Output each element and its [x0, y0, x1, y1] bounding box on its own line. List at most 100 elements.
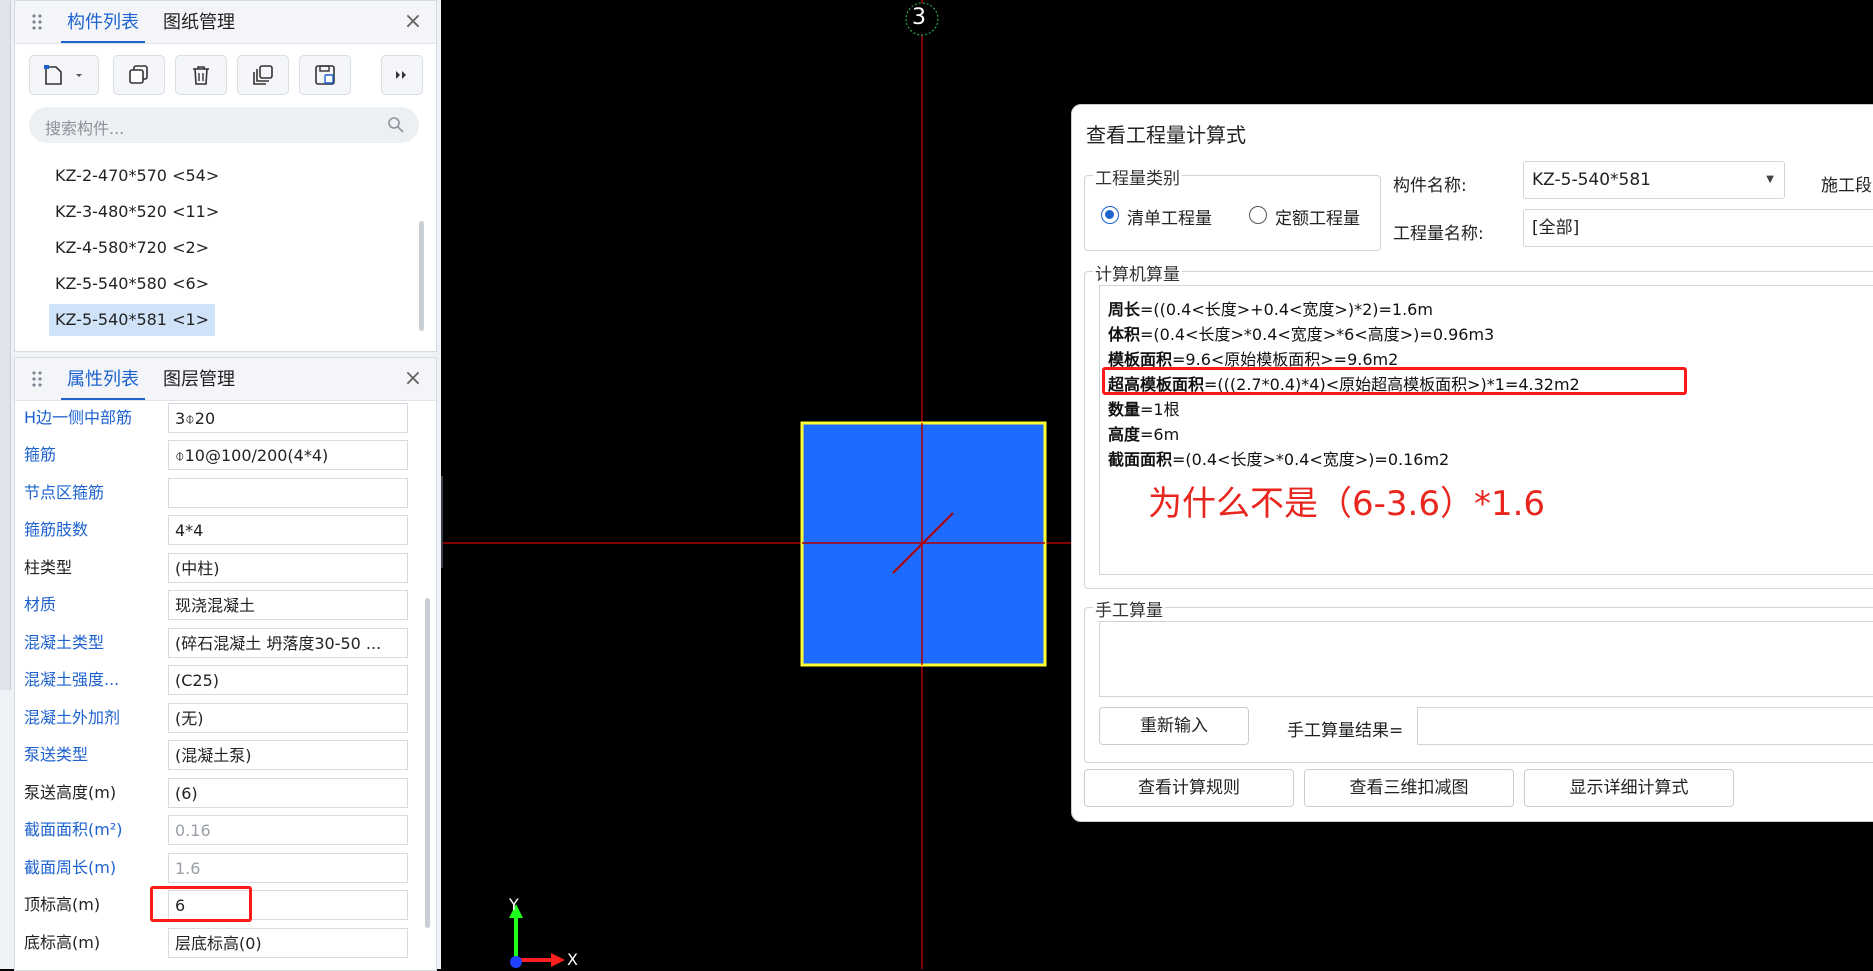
copy-icon — [129, 65, 148, 84]
property-panel-header: 属性列表 图层管理 × — [15, 358, 436, 401]
prop-value-bottom-elevation[interactable]: 层底标高(0) — [168, 928, 408, 958]
tab-property-list[interactable]: 属性列表 — [61, 358, 145, 400]
drag-grip-icon[interactable] — [31, 370, 43, 388]
reinput-button[interactable]: 重新输入 — [1099, 707, 1249, 745]
prop-label-top-elevation: 顶标高(m) — [24, 895, 101, 914]
prop-label-material: 材质 — [24, 595, 57, 614]
quantity-name-label: 工程量名称: — [1393, 224, 1484, 244]
prop-value-section-perimeter: 1.6 — [168, 853, 408, 883]
prop-value-joint-stirrup[interactable] — [168, 478, 408, 508]
property-list-scrollbar[interactable] — [425, 598, 430, 928]
prop-value-pump-type[interactable]: (混凝土泵) — [168, 740, 408, 770]
prop-value-h-side-middle-rebar[interactable]: 3⌽20 — [168, 403, 408, 433]
prop-value-stirrup[interactable]: ⌽10@100/200(4*4) — [168, 440, 408, 470]
new-file-icon — [44, 65, 82, 85]
manual-calc-group-label: 手工算量 — [1093, 596, 1165, 621]
radio-quota-label[interactable]: 定额工程量 — [1275, 204, 1360, 229]
prop-label-pump-type: 泵送类型 — [24, 745, 89, 764]
left-edge-bar — [0, 0, 11, 690]
axis-label: 3 — [912, 5, 926, 30]
search-input[interactable]: 搜索构件... — [29, 107, 419, 143]
highlight-box-top-elevation — [150, 886, 252, 922]
component-panel-header: 构件列表 图纸管理 × — [15, 1, 436, 44]
manual-result-label: 手工算量结果= — [1287, 721, 1404, 741]
prop-label-stirrup: 箍筋 — [24, 445, 57, 464]
search-icon[interactable] — [387, 116, 405, 134]
component-name-label: 构件名称: — [1393, 176, 1467, 196]
component-list-panel: 构件列表 图纸管理 × 搜索构件... KZ-2-470*570 <54> KZ… — [14, 0, 437, 352]
quantity-name-select[interactable]: [全部] — [1523, 209, 1873, 247]
prop-value-concrete-admixture[interactable]: (无) — [168, 703, 408, 733]
component-list-item-selected[interactable]: KZ-5-540*581 <1> — [49, 304, 216, 336]
prop-value-concrete-type[interactable]: (碎石混凝土 坍落度30-50 ... — [168, 628, 408, 658]
prop-label-h-side-middle-rebar: H边一侧中部筋 — [24, 408, 133, 427]
component-name-value: KZ-5-540*581 — [1532, 170, 1651, 190]
calc-line-perimeter: 周长=((0.4<长度>+0.4<宽度>)*2)=1.6m — [1108, 300, 1433, 319]
layers-copy-icon — [253, 65, 273, 85]
quantity-type-group: 工程量类别 清单工程量 定额工程量 — [1084, 164, 1381, 251]
red-annotation-text: 为什么不是（6-3.6）*1.6 — [1148, 484, 1546, 524]
calc-line-section-area: 截面面积=(0.4<长度>*0.4<宽度>)=0.16m2 — [1108, 450, 1450, 469]
column-shape — [800, 421, 1047, 667]
prop-label-pump-height: 泵送高度(m) — [24, 783, 117, 802]
save-component-button[interactable] — [299, 55, 351, 95]
component-list-scrollbar[interactable] — [419, 221, 424, 331]
chevron-down-icon: ▼ — [1766, 174, 1774, 185]
prop-label-stirrup-legs: 箍筋肢数 — [24, 520, 89, 539]
highlight-box-super-high-formwork — [1102, 367, 1687, 395]
prop-value-section-area: 0.16 — [168, 815, 408, 845]
calc-line-volume: 体积=(0.4<长度>*0.4<宽度>*6<高度>)=0.96m3 — [1108, 325, 1495, 344]
prop-value-stirrup-legs[interactable]: 4*4 — [168, 515, 408, 545]
double-arrow-icon — [396, 71, 406, 79]
component-list-item[interactable]: KZ-5-540*580 <6> — [49, 268, 215, 300]
calc-line-count: 数量=1根 — [1108, 400, 1180, 419]
x-axis-label: X — [567, 950, 578, 969]
calc-formula-box[interactable]: 周长=((0.4<长度>+0.4<宽度>)*2)=1.6m 体积=(0.4<长度… — [1099, 285, 1873, 575]
component-list-item[interactable]: KZ-3-480*520 <11> — [49, 196, 225, 228]
radio-bill-quantity[interactable] — [1101, 206, 1119, 224]
tab-drawing-management[interactable]: 图纸管理 — [157, 1, 241, 43]
tab-layer-management[interactable]: 图层管理 — [157, 358, 241, 400]
component-name-select[interactable]: KZ-5-540*581 ▼ — [1523, 161, 1785, 199]
search-placeholder: 搜索构件... — [45, 119, 125, 138]
component-list-item[interactable]: KZ-4-580*720 <2> — [49, 232, 215, 264]
quantity-formula-dialog: 查看工程量计算式 工程量类别 清单工程量 定额工程量 构件名称: KZ-5-54… — [1071, 104, 1873, 822]
prop-value-concrete-strength[interactable]: (C25) — [168, 665, 408, 695]
copy-to-floor-button[interactable] — [237, 55, 289, 95]
copy-button[interactable] — [113, 55, 165, 95]
prop-label-concrete-strength: 混凝土强度... — [24, 670, 120, 689]
more-tools-button[interactable] — [381, 55, 423, 95]
manual-result-field[interactable] — [1417, 707, 1873, 745]
trash-icon — [193, 66, 209, 85]
prop-value-pump-height[interactable]: (6) — [168, 778, 408, 808]
close-icon[interactable]: × — [400, 366, 426, 392]
component-list-item[interactable]: KZ-2-470*570 <54> — [49, 160, 225, 192]
construction-section-label: 施工段 — [1821, 176, 1872, 196]
prop-label-joint-stirrup: 节点区箍筋 — [24, 483, 105, 502]
close-icon[interactable]: × — [400, 9, 426, 35]
save-icon — [315, 65, 335, 85]
computer-calc-group-label: 计算机算量 — [1093, 260, 1182, 285]
tab-component-list[interactable]: 构件列表 — [61, 1, 145, 43]
calc-line-height: 高度=6m — [1108, 425, 1180, 444]
prop-value-column-type[interactable]: (中柱) — [168, 553, 408, 583]
dialog-title: 查看工程量计算式 — [1086, 123, 1246, 147]
prop-value-material[interactable]: 现浇混凝土 — [168, 590, 408, 620]
left-panel: 构件列表 图纸管理 × 搜索构件... KZ-2-470*570 <54> KZ… — [0, 0, 441, 971]
quantity-type-group-label: 工程量类别 — [1093, 164, 1182, 189]
prop-label-bottom-elevation: 底标高(m) — [24, 933, 101, 952]
view-calc-rules-button[interactable]: 查看计算规则 — [1084, 769, 1294, 807]
drag-grip-icon[interactable] — [31, 13, 43, 31]
quantity-name-value: [全部] — [1532, 218, 1580, 238]
delete-button[interactable] — [175, 55, 227, 95]
radio-bill-label[interactable]: 清单工程量 — [1127, 204, 1212, 229]
radio-quota-quantity[interactable] — [1249, 206, 1267, 224]
y-axis-label: Y — [509, 895, 519, 914]
manual-calc-input[interactable] — [1099, 621, 1873, 697]
prop-label-section-perimeter: 截面周长(m) — [24, 858, 117, 877]
prop-label-column-type: 柱类型 — [24, 558, 73, 577]
new-component-button[interactable] — [29, 55, 99, 95]
prop-label-concrete-type: 混凝土类型 — [24, 633, 105, 652]
show-detail-formula-button[interactable]: 显示详细计算式 — [1524, 769, 1734, 807]
view-3d-deduction-button[interactable]: 查看三维扣减图 — [1304, 769, 1514, 807]
